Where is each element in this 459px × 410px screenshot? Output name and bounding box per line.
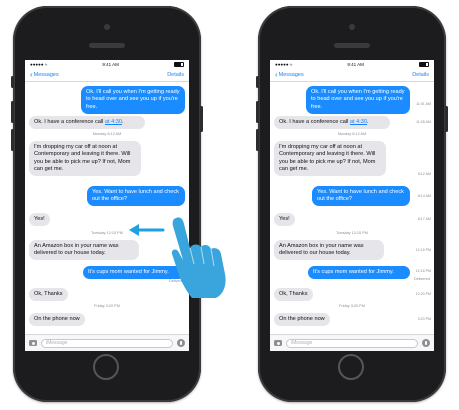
message-timestamp: 11:05 AM — [416, 120, 431, 124]
message-bubble-incoming: Ok, Thanks — [274, 288, 313, 301]
camera-icon[interactable] — [29, 340, 37, 346]
details-button[interactable]: Details — [412, 72, 429, 78]
home-button[interactable] — [338, 354, 364, 380]
screen: ●●●●● ≈ 9:41 AM ‹ Messages Details Ok. I… — [25, 60, 189, 351]
message-timestamp: 8:14 AM — [417, 194, 431, 198]
message-list[interactable]: Ok. I'll call you when I'm getting ready… — [270, 82, 434, 337]
details-button[interactable]: Details — [167, 72, 184, 78]
power-button — [200, 106, 203, 132]
back-label: Messages — [278, 72, 304, 78]
home-button[interactable] — [93, 354, 119, 380]
message-bubble-incoming: I'm dropping my car off at noon at Conte… — [274, 141, 386, 177]
compose-bar: iMessage — [270, 334, 434, 351]
battery-icon — [173, 61, 184, 68]
carrier-signal: ●●●●● ≈ — [30, 62, 48, 67]
compose-bar: iMessage — [25, 334, 189, 351]
earpiece-speaker — [334, 43, 370, 48]
message-text: Ok. I have a conference call — [279, 118, 350, 125]
message-bubble-incoming: I'm dropping my car off at noon at Conte… — [29, 141, 141, 177]
front-camera — [349, 24, 355, 30]
message-bubble-incoming: Yes! — [274, 213, 295, 226]
mute-switch — [256, 76, 259, 88]
volume-up-button — [256, 101, 259, 123]
volume-up-button — [11, 101, 14, 123]
message-list[interactable]: Ok. I'll call you when I'm getting ready… — [25, 82, 189, 337]
screen: ●●●●● ≈ 9:41 AM ‹ Messages Details Ok. I… — [270, 60, 434, 351]
delivered-label: Delivered — [413, 277, 430, 281]
mute-switch — [11, 76, 14, 88]
back-button[interactable]: ‹ Messages — [30, 71, 59, 79]
message-bubble-incoming: On the phone now — [29, 313, 85, 326]
back-chevron-icon: ‹ — [30, 70, 33, 79]
microphone-icon[interactable] — [422, 339, 430, 347]
message-bubble-outgoing: It's cups mom wanted for Jimmy. — [308, 266, 410, 279]
date-stamp: Friday 3:20 PM — [339, 304, 365, 308]
message-bubble-incoming: Ok. I have a conference call at 4:30. — [29, 116, 145, 129]
message-bubble-outgoing: Ok. I'll call you when I'm getting ready… — [306, 86, 410, 114]
date-stamp: Tuesday 12:15 PM — [336, 231, 368, 235]
message-timestamp: 8:17 AM — [417, 217, 431, 221]
message-bubble-incoming: Ok, Thanks — [29, 288, 68, 301]
date-stamp: Monday 8:12 AM — [337, 132, 367, 136]
nav-bar: ‹ Messages Details — [270, 69, 434, 82]
message-bubble-outgoing: Ok. I'll call you when I'm getting ready… — [81, 86, 185, 114]
message-bubble-outgoing: Yes. Want to have lunch and check out th… — [312, 186, 410, 207]
phone-right: ●●●●● ≈ 9:41 AM ‹ Messages Details Ok. I… — [256, 6, 448, 402]
back-chevron-icon: ‹ — [275, 70, 278, 79]
message-bubble-incoming: An Amazon box in your name was delivered… — [29, 240, 139, 261]
message-bubble-outgoing: Yes. Want to have lunch and check out th… — [87, 186, 185, 207]
status-bar: ●●●●● ≈ 9:41 AM — [270, 60, 434, 69]
back-label: Messages — [33, 72, 59, 78]
message-timestamp: 12:16 PM — [415, 269, 431, 273]
date-stamp: Friday 3:20 PM — [94, 304, 120, 308]
swipe-left-arrow-icon — [129, 224, 165, 236]
message-bubble-incoming: Ok. I have a conference call at 4:30. — [274, 116, 390, 129]
back-button[interactable]: ‹ Messages — [275, 71, 304, 79]
time-link[interactable]: at 4:30 — [350, 119, 367, 125]
message-timestamp: 3:20 PM — [417, 317, 431, 321]
status-bar: ●●●●● ≈ 9:41 AM — [25, 60, 189, 69]
message-timestamp: 11:01 AM — [416, 102, 431, 106]
carrier-signal: ●●●●● ≈ — [275, 62, 293, 67]
message-timestamp: 8:12 AM — [417, 172, 431, 176]
front-camera — [104, 24, 110, 30]
message-input[interactable]: iMessage — [41, 338, 173, 348]
earpiece-speaker — [89, 43, 125, 48]
message-bubble-incoming: Yes! — [29, 213, 50, 226]
message-bubble-incoming: An Amazon box in your name was delivered… — [274, 240, 384, 261]
power-button — [445, 106, 448, 132]
battery-icon — [418, 61, 429, 68]
nav-bar: ‹ Messages Details — [25, 69, 189, 82]
time-link[interactable]: at 4:30 — [105, 119, 122, 125]
volume-down-button — [11, 129, 14, 151]
date-stamp: Monday 8:12 AM — [92, 132, 122, 136]
message-text: . — [122, 118, 124, 125]
hand-gesture-icon — [171, 217, 226, 298]
status-time: 9:41 AM — [347, 62, 364, 67]
camera-icon[interactable] — [274, 340, 282, 346]
message-bubble-incoming: On the phone now — [274, 313, 330, 326]
message-text: Ok. I have a conference call — [34, 118, 105, 125]
microphone-icon[interactable] — [177, 339, 185, 347]
status-time: 9:41 AM — [102, 62, 119, 67]
message-timestamp: 12:20 PM — [415, 292, 431, 296]
message-input[interactable]: iMessage — [286, 338, 418, 348]
phone-left: ●●●●● ≈ 9:41 AM ‹ Messages Details Ok. I… — [11, 6, 203, 402]
message-timestamp: 12:15 PM — [415, 248, 431, 252]
message-text: . — [367, 118, 369, 125]
volume-down-button — [256, 129, 259, 151]
